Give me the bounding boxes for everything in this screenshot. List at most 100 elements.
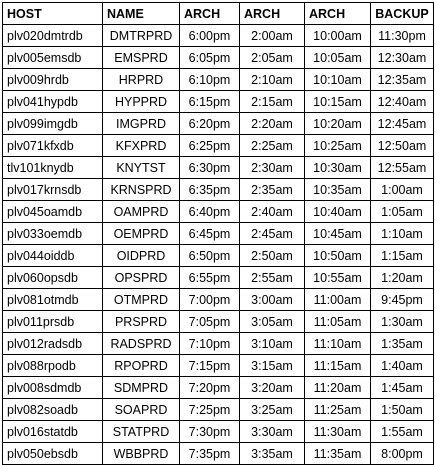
- backup-cell: 1:55am: [370, 420, 434, 443]
- name-cell: WBBPRD: [102, 442, 180, 465]
- arch-3-cell: 10:55am: [304, 266, 371, 289]
- host-cell: plv099imgdb: [2, 112, 103, 135]
- table-row: plv009hrdb HRPRD 6:10pm 2:10am 10:10am 12:35a…: [2, 68, 434, 91]
- arch-2-cell: 2:50am: [239, 244, 305, 267]
- table-row: plv005emsdb EMSPRD 6:05pm 2:05am 10:05am 12:3…: [2, 46, 434, 69]
- backup-cell: 1:00am: [370, 178, 434, 201]
- backup-cell: 11:30pm: [370, 24, 434, 47]
- table-row: plv008sdmdb SDMPRD 7:20pm 3:20am 11:20am 1:45…: [2, 376, 434, 399]
- name-cell: KNYTST: [102, 156, 180, 179]
- name-cell: OAMPRD: [102, 200, 180, 223]
- name-cell: OPSPRD: [102, 266, 180, 289]
- arch-3-cell: 10:45am: [304, 222, 371, 245]
- host-cell: tlv101knydb: [2, 156, 103, 179]
- backup-cell: 8:00pm: [370, 442, 434, 465]
- name-cell: DMTRPRD: [102, 24, 180, 47]
- arch-3-cell: 10:00am: [304, 24, 371, 47]
- arch-2-cell: 2:25am: [239, 134, 305, 157]
- backup-cell: 1:05am: [370, 200, 434, 223]
- arch-3-cell: 10:35am: [304, 178, 371, 201]
- arch-3-cell: 11:35am: [304, 442, 371, 465]
- arch-3-cell: 10:20am: [304, 112, 371, 135]
- host-cell: plv082soadb: [2, 398, 103, 421]
- backup-cell: 1:45am: [370, 376, 434, 399]
- host-cell: plv044oiddb: [2, 244, 103, 267]
- table-row: plv016statdb STATPRD 7:30pm 3:30am 11:30am 1:…: [2, 420, 434, 443]
- backup-cell: 12:35am: [370, 68, 434, 91]
- arch-1-cell: 6:15pm: [179, 90, 240, 113]
- arch-1-cell: 6:00pm: [179, 24, 240, 47]
- arch-1-cell: 6:55pm: [179, 266, 240, 289]
- arch-2-cell: 2:40am: [239, 200, 305, 223]
- backup-cell: 12:55am: [370, 156, 434, 179]
- backup-cell: 1:40am: [370, 354, 434, 377]
- backup-cell: 1:30am: [370, 310, 434, 333]
- header-arch-3: ARCH: [304, 2, 371, 25]
- arch-1-cell: 6:30pm: [179, 156, 240, 179]
- name-cell: RPOPRD: [102, 354, 180, 377]
- backup-cell: 1:20am: [370, 266, 434, 289]
- arch-2-cell: 2:10am: [239, 68, 305, 91]
- name-cell: OIDPRD: [102, 244, 180, 267]
- arch-3-cell: 10:10am: [304, 68, 371, 91]
- arch-3-cell: 10:05am: [304, 46, 371, 69]
- arch-2-cell: 3:25am: [239, 398, 305, 421]
- arch-1-cell: 6:40pm: [179, 200, 240, 223]
- backup-cell: 12:40am: [370, 90, 434, 113]
- host-cell: plv017krnsdb: [2, 178, 103, 201]
- arch-1-cell: 7:00pm: [179, 288, 240, 311]
- table-row: plv012radsdb RADSPRD 7:10pm 3:10am 11:10am 1:…: [2, 332, 434, 355]
- host-cell: plv081otmdb: [2, 288, 103, 311]
- header-row: HOST NAME ARCH ARCH ARCH BACKUP: [2, 2, 434, 25]
- arch-2-cell: 3:20am: [239, 376, 305, 399]
- arch-1-cell: 7:10pm: [179, 332, 240, 355]
- arch-2-cell: 3:35am: [239, 442, 305, 465]
- header-arch-2: ARCH: [239, 2, 305, 25]
- host-cell: plv005emsdb: [2, 46, 103, 69]
- backup-cell: 1:35am: [370, 332, 434, 355]
- table-row: plv082soadb SOAPRD 7:25pm 3:25am 11:25am 1:50…: [2, 398, 434, 421]
- arch-2-cell: 2:20am: [239, 112, 305, 135]
- schedule-table: HOST NAME ARCH ARCH ARCH BACKUP plv020dm…: [2, 2, 434, 465]
- host-cell: plv088rpodb: [2, 354, 103, 377]
- arch-2-cell: 3:00am: [239, 288, 305, 311]
- arch-3-cell: 11:30am: [304, 420, 371, 443]
- arch-1-cell: 6:10pm: [179, 68, 240, 91]
- arch-1-cell: 6:25pm: [179, 134, 240, 157]
- name-cell: STATPRD: [102, 420, 180, 443]
- arch-1-cell: 7:35pm: [179, 442, 240, 465]
- arch-1-cell: 7:15pm: [179, 354, 240, 377]
- name-cell: IMGPRD: [102, 112, 180, 135]
- table-row: plv011prsdb PRSPRD 7:05pm 3:05am 11:05am 1:30…: [2, 310, 434, 333]
- name-cell: EMSPRD: [102, 46, 180, 69]
- arch-2-cell: 3:10am: [239, 332, 305, 355]
- name-cell: KRNSPRD: [102, 178, 180, 201]
- arch-1-cell: 7:25pm: [179, 398, 240, 421]
- table-row: plv041hypdb HYPPRD 6:15pm 2:15am 10:15am 12:4…: [2, 90, 434, 113]
- arch-1-cell: 7:20pm: [179, 376, 240, 399]
- host-cell: plv009hrdb: [2, 68, 103, 91]
- host-cell: plv033oemdb: [2, 222, 103, 245]
- table-row: plv060opsdb OPSPRD 6:55pm 2:55am 10:55am 1:20…: [2, 266, 434, 289]
- arch-2-cell: 3:30am: [239, 420, 305, 443]
- table-row: plv020dmtrdb DMTRPRD 6:00pm 2:00am 10:00am 11…: [2, 24, 434, 47]
- backup-cell: 1:15am: [370, 244, 434, 267]
- arch-3-cell: 10:30am: [304, 156, 371, 179]
- table-row: plv088rpodb RPOPRD 7:15pm 3:15am 11:15am 1:40…: [2, 354, 434, 377]
- arch-1-cell: 6:35pm: [179, 178, 240, 201]
- arch-1-cell: 7:05pm: [179, 310, 240, 333]
- host-cell: plv060opsdb: [2, 266, 103, 289]
- arch-3-cell: 11:10am: [304, 332, 371, 355]
- arch-3-cell: 11:20am: [304, 376, 371, 399]
- host-cell: plv041hypdb: [2, 90, 103, 113]
- name-cell: OTMPRD: [102, 288, 180, 311]
- name-cell: SOAPRD: [102, 398, 180, 421]
- table-row: plv033oemdb OEMPRD 6:45pm 2:45am 10:45am 1:10…: [2, 222, 434, 245]
- host-cell: plv071kfxdb: [2, 134, 103, 157]
- name-cell: HRPRD: [102, 68, 180, 91]
- table-row: plv081otmdb OTMPRD 7:00pm 3:00am 11:00am 9:45…: [2, 288, 434, 311]
- backup-cell: 1:50am: [370, 398, 434, 421]
- backup-cell: 12:50am: [370, 134, 434, 157]
- arch-3-cell: 11:00am: [304, 288, 371, 311]
- arch-2-cell: 2:35am: [239, 178, 305, 201]
